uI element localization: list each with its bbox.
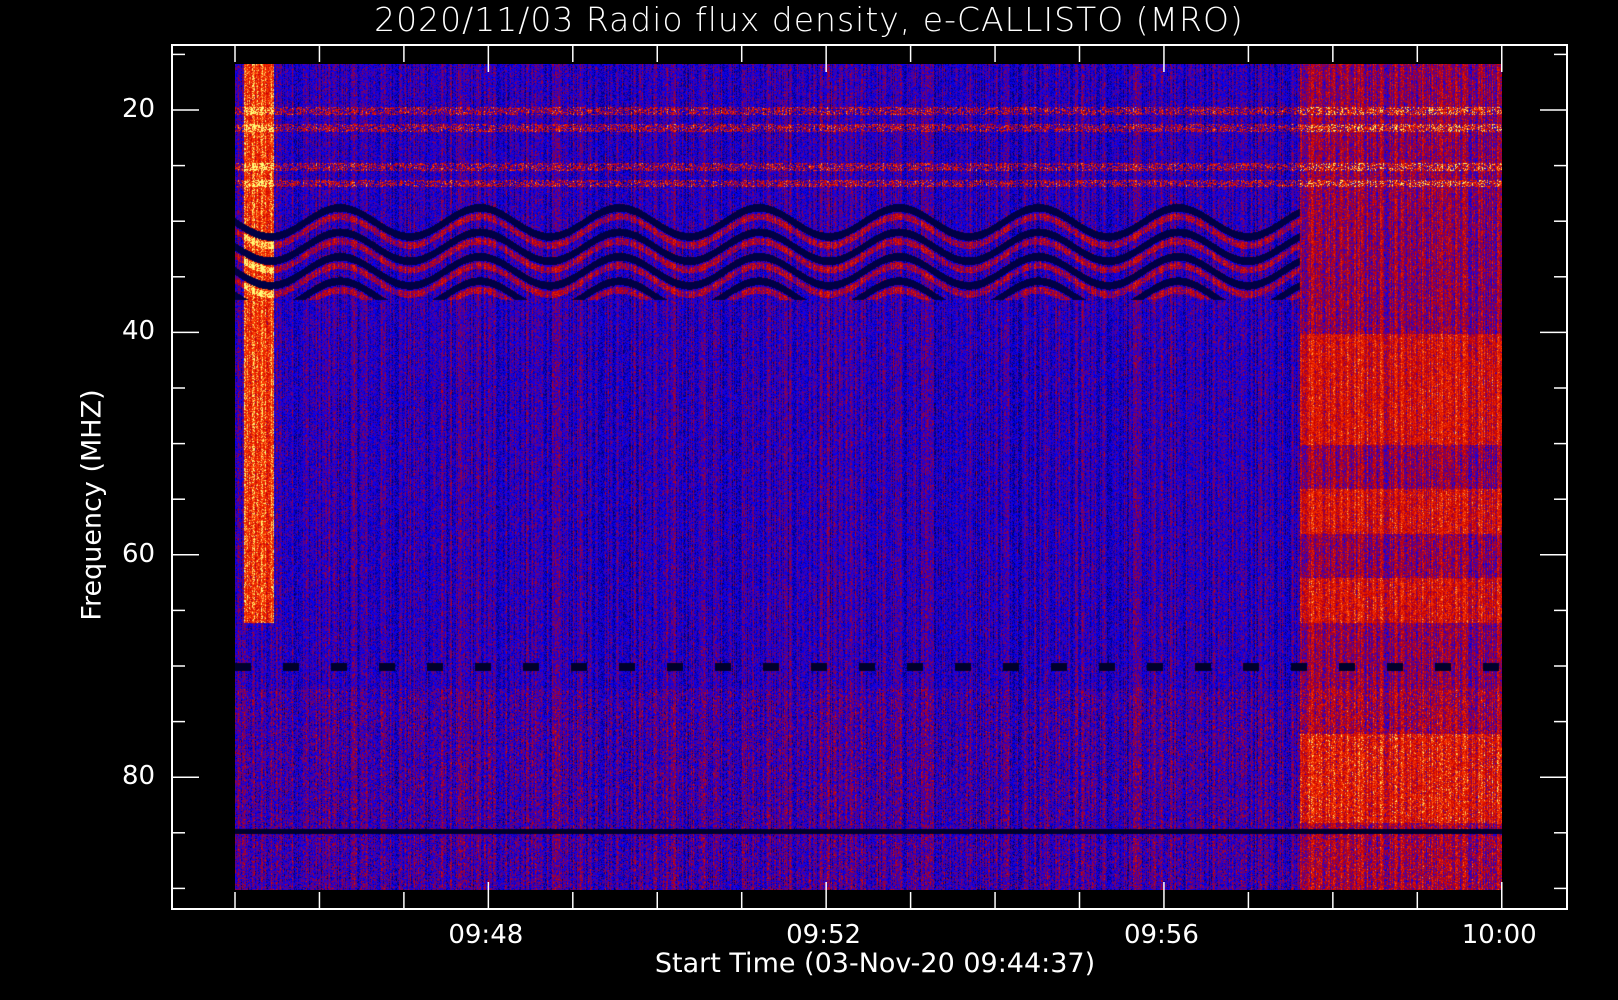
x-axis-label: Start Time (03-Nov-20 09:44:37) [654,948,1096,979]
x-tick-label: 09:52 [786,920,862,950]
x-tick-label: 10:00 [1461,920,1537,950]
y-tick-label: 40 [122,316,156,347]
axes-ticks [171,44,1568,910]
y-axis-label: Frequency (MHZ) [76,389,108,621]
y-tick-label: 60 [122,538,156,569]
x-tick-label: 09:56 [1123,920,1199,950]
x-tick-label: 09:48 [448,920,524,950]
y-tick-label: 80 [122,761,156,792]
y-tick-label: 20 [122,94,156,124]
